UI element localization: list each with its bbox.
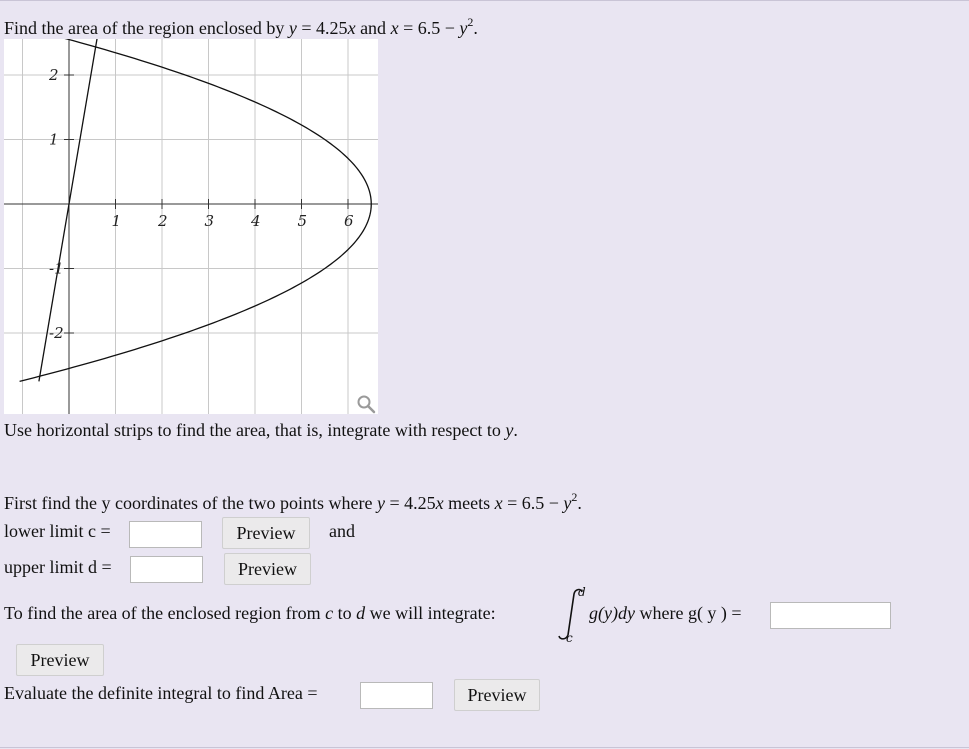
problem-text: and <box>355 18 391 38</box>
math-var: y <box>376 493 385 513</box>
math-eq: = 4.25 <box>296 18 348 38</box>
math-var: c <box>325 603 334 623</box>
math-eq: = 6.5 − <box>502 493 564 513</box>
upper-limit-label: upper limit d = <box>4 557 112 577</box>
instruction-end: . <box>513 420 518 440</box>
math-eq: = 4.25 <box>384 493 436 513</box>
lower-limit-input[interactable] <box>129 521 202 548</box>
math-eq: = 6.5 − <box>398 18 460 38</box>
integrate-text: To find the area of the enclosed region … <box>4 603 496 624</box>
lower-limit-label: lower limit c = <box>4 521 111 541</box>
x-tick-label: 3 <box>205 212 215 230</box>
g-of-y-preview-button[interactable]: Preview <box>16 644 104 676</box>
parabola-curve <box>19 39 372 383</box>
x-tick-label: 5 <box>298 212 308 230</box>
graph-panel: 1 2 3 4 5 6 2 1 -1 -2 <box>4 39 378 414</box>
first-find-body: . <box>577 493 582 513</box>
problem-statement: Find the area of the region enclosed by … <box>4 15 478 39</box>
and-text: and <box>329 521 355 541</box>
graph-curves <box>19 39 372 383</box>
math-var: (y)dy <box>598 603 635 623</box>
integrate-body: to <box>333 603 357 623</box>
integrate-body: To find the area of the enclosed region … <box>4 603 326 623</box>
x-tick-label: 1 <box>112 212 122 230</box>
area-input[interactable] <box>360 682 433 709</box>
y-tick-label: -2 <box>49 324 64 342</box>
math-var: x <box>347 18 356 38</box>
first-find-text: First find the y coordinates of the two … <box>4 490 582 514</box>
y-tick-label: -1 <box>49 260 64 278</box>
top-border <box>0 0 969 1</box>
y-tick-label: 1 <box>49 131 59 149</box>
lower-limit-preview-button[interactable]: Preview <box>222 517 310 549</box>
first-find-body: meets <box>443 493 495 513</box>
math-var: y <box>288 18 297 38</box>
graph-grid <box>4 39 378 414</box>
math-var: g <box>589 603 598 623</box>
math-var: x <box>390 18 399 38</box>
integral-upper-limit: d <box>578 585 586 599</box>
evaluate-label: Evaluate the definite integral to find A… <box>4 683 318 703</box>
line-curve <box>38 39 98 382</box>
integral-lower-limit: c <box>566 631 573 643</box>
math-var: x <box>435 493 444 513</box>
integrate-body: we will integrate: <box>365 603 496 623</box>
integrate-body: where g( y ) = <box>634 603 742 623</box>
problem-text: Find the area of the region enclosed by <box>4 18 289 38</box>
problem-text: . <box>473 18 478 38</box>
math-var: d <box>356 603 366 623</box>
bottom-border <box>0 747 969 748</box>
x-tick-label: 6 <box>344 212 354 230</box>
zoom-icon[interactable] <box>356 394 376 414</box>
area-preview-button[interactable]: Preview <box>454 679 540 711</box>
instruction-text: Use horizontal strips to find the area, … <box>4 420 518 441</box>
instruction-body: Use horizontal strips to find the area, … <box>4 420 506 440</box>
x-tick-label: 4 <box>250 212 261 230</box>
g-of-y-input[interactable] <box>770 602 891 629</box>
integral-sign-icon: d c <box>558 585 586 643</box>
y-tick-label: 2 <box>48 66 59 84</box>
math-var: x <box>494 493 503 513</box>
integrand: g(y)dy where g( y ) = <box>589 603 742 624</box>
upper-limit-input[interactable] <box>130 556 203 583</box>
graph-svg: 1 2 3 4 5 6 2 1 -1 -2 <box>4 39 378 414</box>
upper-limit-preview-button[interactable]: Preview <box>224 553 311 585</box>
x-tick-label: 2 <box>157 212 168 230</box>
first-find-body: First find the y coordinates of the two … <box>4 493 377 513</box>
